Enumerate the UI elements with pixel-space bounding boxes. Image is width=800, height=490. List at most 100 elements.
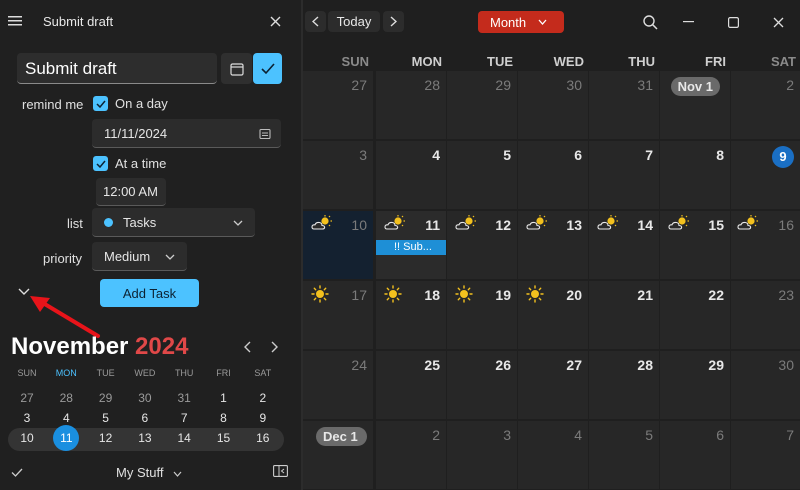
at-a-time-checkbox[interactable] xyxy=(93,156,108,171)
mini-day-cell[interactable]: 3 xyxy=(8,408,46,428)
day-number: 28 xyxy=(424,77,440,93)
day-cell[interactable]: 13 xyxy=(518,211,588,279)
checkmark-icon[interactable] xyxy=(10,466,24,478)
remind-me-label: remind me xyxy=(22,97,84,112)
day-cell[interactable]: 5 xyxy=(447,141,517,209)
mini-day-cell[interactable]: 15 xyxy=(205,428,243,448)
day-cell[interactable]: Dec 1 xyxy=(303,421,373,489)
mini-day-selected: 11 xyxy=(53,425,80,451)
day-cell[interactable]: 25 xyxy=(376,351,446,419)
mini-day-cell[interactable]: 16 xyxy=(244,428,282,448)
close-icon[interactable] xyxy=(266,12,284,30)
my-stuff-selector[interactable]: My Stuff xyxy=(116,465,182,480)
mini-day-cell[interactable]: 13 xyxy=(126,428,164,448)
partly-cloudy-icon xyxy=(384,215,406,235)
day-cell[interactable]: 4 xyxy=(518,421,588,489)
add-task-button[interactable]: Add Task xyxy=(100,279,199,307)
day-cell[interactable]: 9 xyxy=(731,141,800,209)
calendar-icon xyxy=(259,128,271,140)
day-cell[interactable]: 2 xyxy=(376,421,446,489)
confirm-button[interactable] xyxy=(253,53,282,84)
day-cell[interactable]: 6 xyxy=(660,421,730,489)
day-cell[interactable]: 8 xyxy=(660,141,730,209)
prev-month-icon[interactable] xyxy=(240,339,256,355)
task-title-input[interactable]: Submit draft xyxy=(17,53,217,84)
day-cell[interactable]: 29 xyxy=(447,71,517,139)
day-cell[interactable]: Nov 1 xyxy=(660,71,730,139)
day-cell[interactable]: 18 xyxy=(376,281,446,349)
mini-day-cell[interactable]: 29 xyxy=(87,388,125,408)
day-cell[interactable]: 21 xyxy=(589,281,659,349)
priority-dropdown[interactable]: Medium xyxy=(92,242,187,271)
calendar-button[interactable] xyxy=(221,53,252,84)
day-cell[interactable]: 26 xyxy=(447,351,517,419)
day-cell[interactable]: 30 xyxy=(518,71,588,139)
day-cell[interactable]: 20 xyxy=(518,281,588,349)
mini-weekday-sun: SUN xyxy=(17,368,37,378)
mini-day-cell[interactable]: 14 xyxy=(165,428,203,448)
day-cell[interactable]: 4 xyxy=(376,141,446,209)
day-cell[interactable]: 27 xyxy=(518,351,588,419)
mini-day-cell[interactable]: 30 xyxy=(126,388,164,408)
day-cell[interactable]: 7 xyxy=(589,141,659,209)
event-chip[interactable]: !! Sub... xyxy=(376,240,446,255)
day-number: 29 xyxy=(708,357,724,373)
weekday-header-thu: THU xyxy=(628,54,655,69)
day-cell[interactable]: 28 xyxy=(589,351,659,419)
day-number: 3 xyxy=(503,427,511,443)
mini-day-cell[interactable]: 10 xyxy=(8,428,46,448)
mini-day-cell[interactable]: 2 xyxy=(244,388,282,408)
list-dropdown[interactable]: Tasks xyxy=(92,208,255,237)
date-field[interactable]: 11/11/2024 xyxy=(92,119,281,148)
day-cell[interactable]: 3 xyxy=(303,141,373,209)
weekday-header-sat: SAT xyxy=(770,54,796,69)
mini-day-cell[interactable]: 11 xyxy=(47,425,85,451)
mini-day-cell[interactable]: 31 xyxy=(165,388,203,408)
mini-day-cell[interactable]: 12 xyxy=(87,428,125,448)
collapse-panel-icon[interactable] xyxy=(272,464,288,478)
day-cell[interactable]: 2 xyxy=(731,71,800,139)
weekday-header-wed: WED xyxy=(553,54,584,69)
mini-day-cell[interactable]: 5 xyxy=(87,408,125,428)
day-cell[interactable]: 10 xyxy=(303,211,373,279)
mini-day-cell[interactable]: 7 xyxy=(165,408,203,428)
day-cell[interactable]: 5 xyxy=(589,421,659,489)
mini-day-cell[interactable]: 1 xyxy=(205,388,243,408)
day-cell[interactable]: 27 xyxy=(303,71,373,139)
mini-day-cell[interactable]: 6 xyxy=(126,408,164,428)
day-cell[interactable]: 15 xyxy=(660,211,730,279)
day-cell[interactable]: 6 xyxy=(518,141,588,209)
day-cell[interactable]: 19 xyxy=(447,281,517,349)
mini-day-cell[interactable]: 28 xyxy=(47,388,85,408)
day-cell[interactable]: 14 xyxy=(589,211,659,279)
on-a-day-checkbox[interactable] xyxy=(93,96,108,111)
day-cell[interactable]: 16 xyxy=(731,211,800,279)
mini-day-cell[interactable]: 9 xyxy=(244,408,282,428)
menu-icon[interactable] xyxy=(6,12,24,30)
day-cell[interactable]: 24 xyxy=(303,351,373,419)
mini-day-cell[interactable]: 8 xyxy=(205,408,243,428)
next-month-icon[interactable] xyxy=(266,339,282,355)
day-cell[interactable]: 23 xyxy=(731,281,800,349)
day-cell[interactable]: 17 xyxy=(303,281,373,349)
day-cell[interactable]: 12 xyxy=(447,211,517,279)
day-cell[interactable]: 31 xyxy=(589,71,659,139)
day-cell[interactable]: 11 !! Sub... xyxy=(376,211,446,279)
day-cell[interactable]: 30 xyxy=(731,351,800,419)
day-number: 4 xyxy=(574,427,582,443)
day-number: 21 xyxy=(637,287,653,303)
day-cell[interactable]: 3 xyxy=(447,421,517,489)
day-cell[interactable]: 29 xyxy=(660,351,730,419)
mini-weekday-fri: FRI xyxy=(216,368,231,378)
day-cell[interactable]: 28 xyxy=(376,71,446,139)
at-a-time-label: At a time xyxy=(115,156,167,171)
checkmark-icon xyxy=(95,100,106,108)
day-number: 26 xyxy=(495,357,511,373)
mini-day-cell[interactable]: 27 xyxy=(8,388,46,408)
day-number: 29 xyxy=(495,77,511,93)
day-cell[interactable]: 7 xyxy=(731,421,800,489)
chevron-down-icon xyxy=(233,220,243,226)
time-field[interactable]: 12:00 AM xyxy=(96,178,166,206)
partly-cloudy-icon xyxy=(455,215,477,235)
day-cell[interactable]: 22 xyxy=(660,281,730,349)
